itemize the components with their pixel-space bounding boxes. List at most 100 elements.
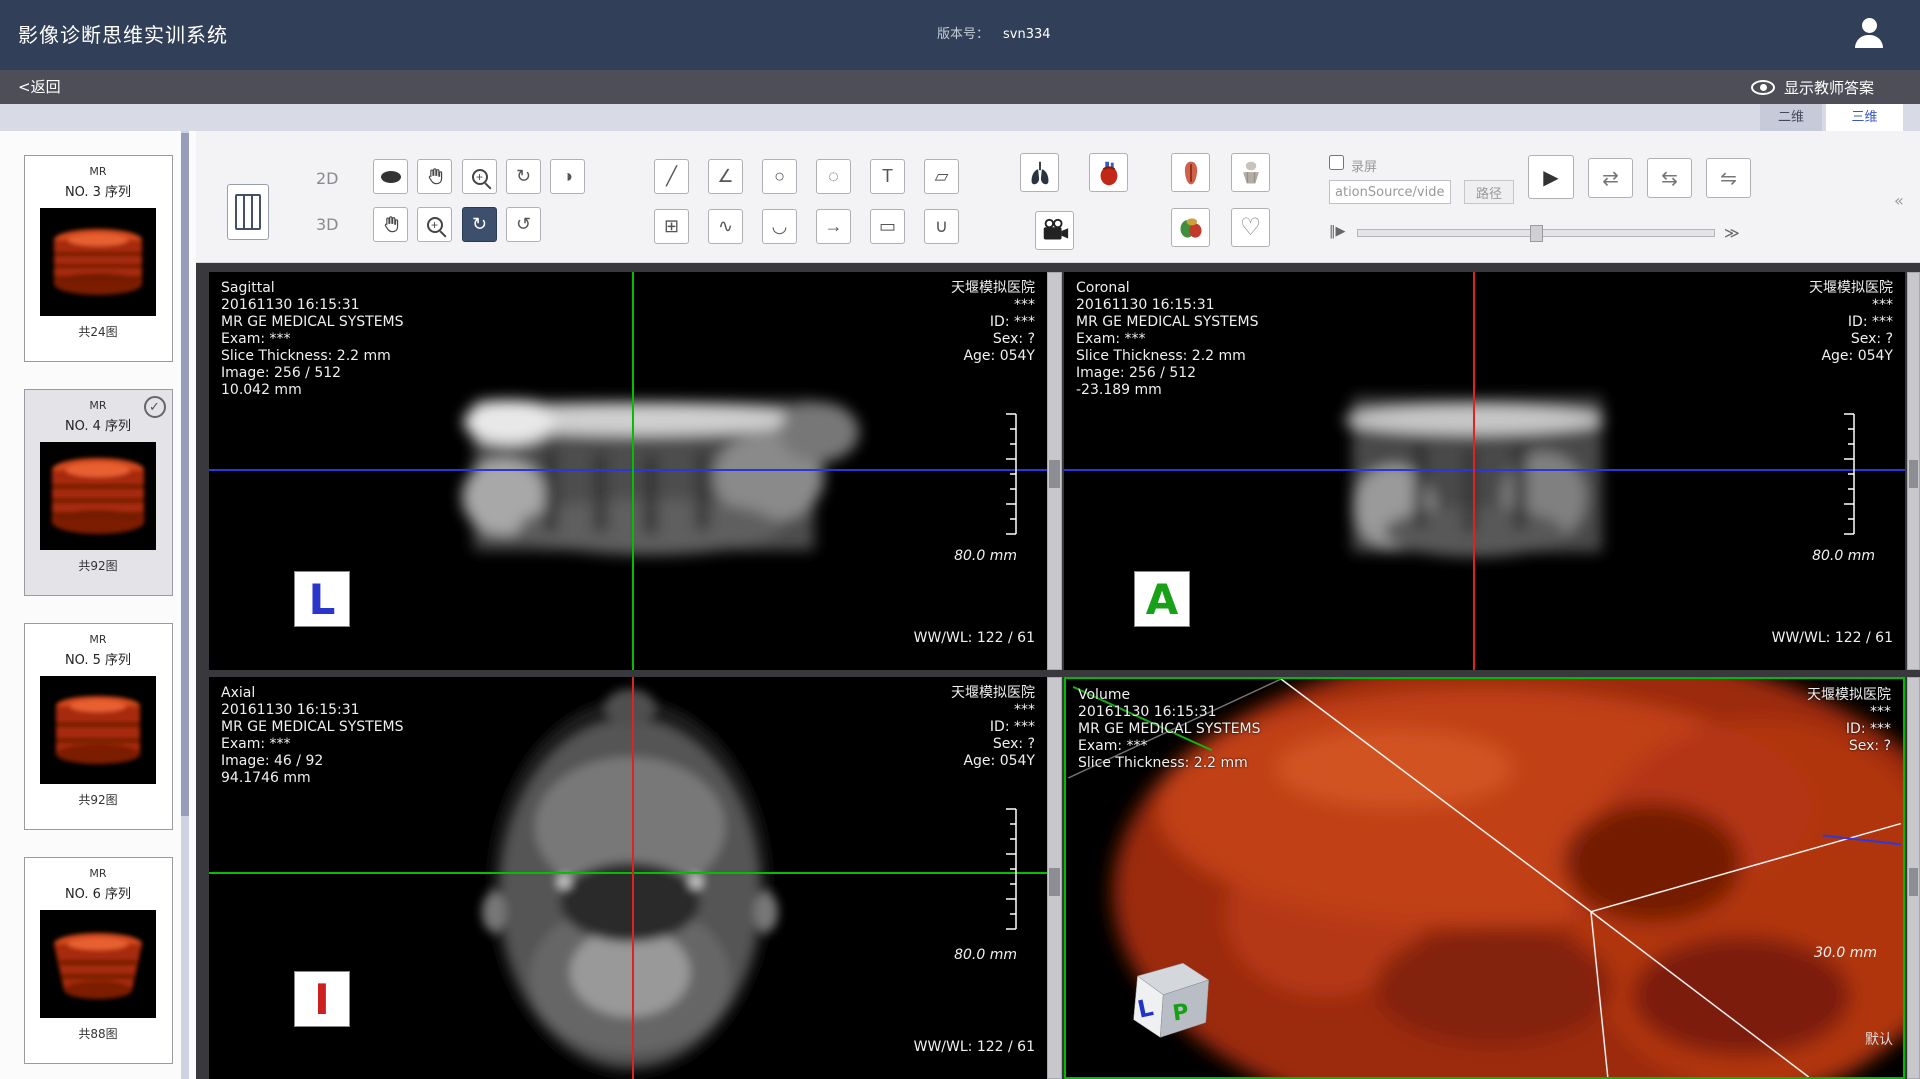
eraser-button[interactable]: ▱ bbox=[924, 159, 959, 194]
patient-sex: Sex: ? bbox=[951, 736, 1035, 753]
slice-scrollbar[interactable] bbox=[1907, 677, 1920, 1079]
layout-button[interactable] bbox=[227, 184, 269, 240]
tab-3d[interactable]: 三维 bbox=[1826, 104, 1903, 131]
polyline-button[interactable]: ∿ bbox=[708, 209, 743, 244]
curve-button[interactable]: ◡ bbox=[762, 209, 797, 244]
back-button[interactable]: <返回 bbox=[18, 70, 61, 104]
angle-button[interactable]: ∠ bbox=[708, 159, 743, 194]
viewport-volume[interactable]: L P Volume 20161130 16:15:31 MR GE MEDIC… bbox=[1064, 677, 1905, 1079]
wwwl-label: WW/WL: 122 / 61 bbox=[1772, 630, 1893, 646]
scale-label: 30.0 mm bbox=[1814, 945, 1877, 961]
selected-check-icon: ✓ bbox=[144, 396, 166, 418]
hospital-name: 天堰模拟医院 bbox=[951, 685, 1035, 702]
viewport-sagittal[interactable]: Sagittal 20161130 16:15:31 MR GE MEDICAL… bbox=[209, 272, 1047, 670]
preset-default-label[interactable]: 默认 bbox=[1865, 1029, 1893, 1049]
play-button[interactable]: ▶ bbox=[1528, 155, 1574, 199]
slice-thickness: Slice Thickness: 2.2 mm bbox=[1078, 755, 1261, 772]
window-level-button[interactable] bbox=[373, 159, 408, 194]
crosshair-horizontal-green[interactable] bbox=[209, 872, 1047, 874]
crosshair-vertical-green[interactable] bbox=[632, 272, 634, 670]
heart-outline-button[interactable]: ♡ bbox=[1231, 208, 1270, 247]
slider-end-icon[interactable]: ≫ bbox=[1724, 224, 1740, 242]
roi-box-button[interactable]: ⊞ bbox=[654, 209, 689, 244]
avatar-shoulders-icon bbox=[1855, 35, 1883, 48]
series-item-4[interactable]: ✓ MR NO. 4 序列 共92图 bbox=[24, 389, 173, 596]
viewport-axial[interactable]: Axial 20161130 16:15:31 MR GE MEDICAL SY… bbox=[209, 677, 1047, 1079]
contrast-icon: ◑ bbox=[562, 166, 573, 187]
ellipse-roi-button[interactable]: ○ bbox=[762, 159, 797, 194]
slice-scrollbar[interactable] bbox=[1907, 272, 1920, 670]
patient-age: Age: 054Y bbox=[1809, 348, 1893, 365]
crosshair-horizontal-blue[interactable] bbox=[209, 469, 1047, 471]
series-item-6[interactable]: MR NO. 6 序列 共88图 bbox=[24, 857, 173, 1064]
series-count: 共92图 bbox=[25, 791, 172, 808]
angle-icon: ∠ bbox=[717, 166, 733, 187]
magnifier-icon: + bbox=[427, 217, 443, 233]
cine-slider-track[interactable] bbox=[1357, 229, 1715, 237]
series-item-3[interactable]: MR NO. 3 序列 共24图 bbox=[24, 155, 173, 362]
sidebar-scrollbar[interactable] bbox=[181, 131, 189, 1079]
lungs-button[interactable] bbox=[1020, 153, 1059, 192]
rotate-2d-button[interactable]: ↻ bbox=[506, 159, 541, 194]
slice-scrollbar-thumb[interactable] bbox=[1909, 460, 1918, 488]
path-button[interactable]: 路径 bbox=[1464, 180, 1514, 204]
body-button[interactable] bbox=[1231, 153, 1270, 192]
exchange-button[interactable]: ⇋ bbox=[1706, 158, 1751, 198]
hospital-name: 天堰模拟医院 bbox=[1807, 687, 1891, 704]
zoom-3d-button[interactable]: + bbox=[417, 207, 452, 242]
text-annotation-button[interactable]: T bbox=[870, 159, 905, 194]
contrast-button[interactable]: ◑ bbox=[550, 159, 585, 194]
ruler-button[interactable]: ╱ bbox=[654, 159, 689, 194]
collapse-toolbar-icon[interactable]: « bbox=[1894, 191, 1904, 210]
scale-ruler bbox=[1002, 807, 1018, 931]
slice-scrollbar-thumb[interactable] bbox=[1909, 868, 1918, 896]
viewport-coronal[interactable]: Coronal 20161130 16:15:31 MR GE MEDICAL … bbox=[1064, 272, 1905, 670]
orientation-marker: L bbox=[294, 571, 350, 627]
larynx-button[interactable] bbox=[1171, 153, 1210, 192]
crosshair-vertical-red[interactable] bbox=[1473, 272, 1475, 670]
dashed-circle-button[interactable]: ◌ bbox=[816, 159, 851, 194]
slice-scrollbar-thumb[interactable] bbox=[1049, 868, 1060, 896]
video-path-input[interactable] bbox=[1329, 180, 1451, 204]
slice-position: 94.1746 mm bbox=[221, 770, 404, 787]
swap-button[interactable]: ⇆ bbox=[1647, 158, 1692, 198]
device-name: MR GE MEDICAL SYSTEMS bbox=[1078, 721, 1261, 738]
series-thumbnail bbox=[40, 442, 156, 550]
series-item-5[interactable]: MR NO. 5 序列 共92图 bbox=[24, 623, 173, 830]
crosshair-vertical-red[interactable] bbox=[632, 677, 634, 1079]
slider-start-icon[interactable]: ‖▶ bbox=[1329, 224, 1346, 239]
annotation-button[interactable]: ▭ bbox=[870, 209, 905, 244]
slice-scrollbar-thumb[interactable] bbox=[1049, 460, 1060, 488]
arrow-button[interactable]: → bbox=[816, 209, 851, 244]
slice-scrollbar[interactable] bbox=[1047, 677, 1062, 1079]
circle-icon: ○ bbox=[774, 166, 785, 187]
show-teacher-answer-button[interactable]: 显示教师答案 bbox=[1751, 70, 1874, 104]
scale-label: 80.0 mm bbox=[954, 548, 1017, 564]
exam-label: Exam: *** bbox=[221, 736, 404, 753]
record-screen-checkbox[interactable] bbox=[1329, 155, 1344, 170]
cobb-angle-button[interactable]: ∪ bbox=[924, 209, 959, 244]
loop-button[interactable]: ⇄ bbox=[1588, 158, 1633, 198]
cine-slider-thumb[interactable] bbox=[1530, 225, 1543, 242]
exchange-icon: ⇋ bbox=[1720, 166, 1737, 191]
view-title: Axial bbox=[221, 685, 404, 702]
tab-2d[interactable]: 二维 bbox=[1760, 104, 1822, 131]
reset-3d-button[interactable]: ↺ bbox=[506, 207, 541, 242]
organ-color-button[interactable] bbox=[1171, 208, 1210, 247]
crosshair-horizontal-blue[interactable] bbox=[1064, 469, 1905, 471]
zoom-2d-button[interactable]: + bbox=[462, 159, 497, 194]
series-modality: MR bbox=[25, 858, 172, 883]
slice-scrollbar[interactable] bbox=[1047, 272, 1062, 670]
heart-3d-button[interactable] bbox=[1089, 153, 1128, 192]
series-name: NO. 3 序列 bbox=[25, 181, 172, 203]
series-modality: MR bbox=[25, 156, 172, 181]
scale-ruler bbox=[1002, 412, 1018, 536]
pan-2d-button[interactable] bbox=[417, 159, 452, 194]
pan-3d-button[interactable] bbox=[373, 207, 408, 242]
camera-button[interactable] bbox=[1035, 211, 1074, 250]
dicom-info-right: 天堰模拟医院 *** ID: *** Sex: ? Age: 054Y bbox=[1809, 280, 1893, 365]
rotate-3d-button[interactable]: ↻ bbox=[462, 207, 497, 242]
body-icon bbox=[1237, 158, 1265, 188]
user-avatar-icon[interactable] bbox=[1848, 15, 1890, 57]
sidebar-scrollbar-thumb[interactable] bbox=[181, 133, 189, 816]
